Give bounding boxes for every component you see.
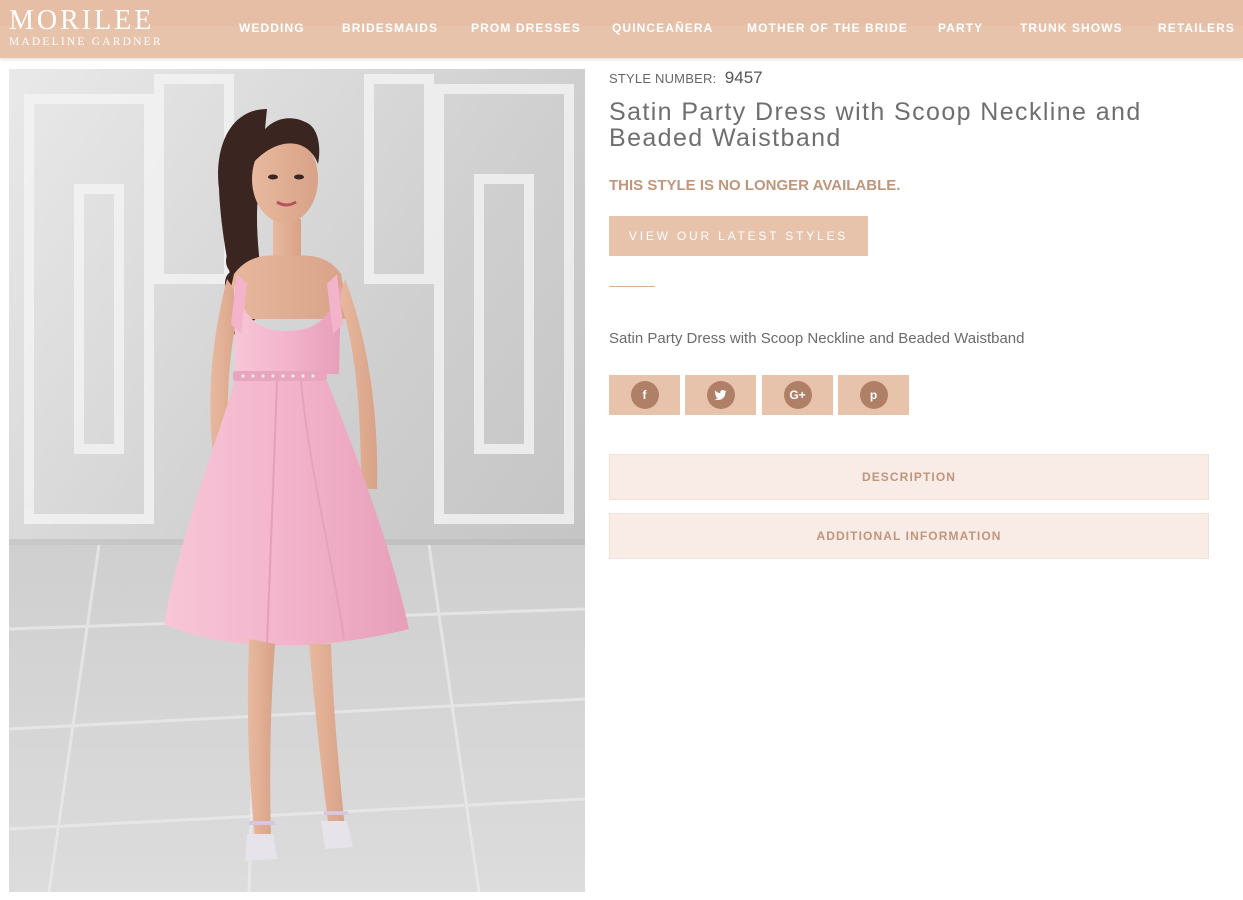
section-divider [609,286,655,287]
share-twitter-button[interactable] [685,375,756,415]
nav-item-trunk-shows[interactable]: TRUNK SHOWS [1020,21,1123,35]
share-pinterest-button[interactable]: p [838,375,909,415]
nav-item-wedding[interactable]: WEDDING [239,21,305,35]
google-plus-icon: G+ [783,381,812,409]
style-number-value: 9457 [724,68,763,87]
site-header: MORILEE MADELINE GARDNER WEDDING BRIDESM… [0,0,1243,58]
pinterest-icon: p [859,381,888,409]
logo-wordmark: MORILEE [9,5,155,36]
accordion-description[interactable]: DESCRIPTION [609,454,1209,500]
nav-item-quinceanera[interactable]: QUINCEAÑERA [612,21,713,35]
nav-item-bridesmaids[interactable]: BRIDESMAIDS [342,21,438,35]
nav-item-retailers[interactable]: RETAILERS [1158,21,1235,35]
short-description: Satin Party Dress with Scoop Neckline an… [609,330,1025,347]
style-number-label: STYLE NUMBER: [609,71,717,86]
twitter-bird-glyph [714,389,727,400]
logo-subtitle: MADELINE GARDNER [9,36,163,48]
product-title: Satin Party Dress with Scoop Neckline an… [609,98,1142,152]
share-facebook-button[interactable]: f [609,375,680,415]
product-photo-illustration [9,69,585,892]
share-google-plus-button[interactable]: G+ [762,375,833,415]
accordion-additional-information[interactable]: ADDITIONAL INFORMATION [609,513,1209,559]
view-latest-styles-button[interactable]: VIEW OUR LATEST STYLES [609,216,868,256]
brand-logo[interactable]: MORILEE MADELINE GARDNER [9,5,179,52]
availability-notice: THIS STYLE IS NO LONGER AVAILABLE. [609,177,901,194]
product-image[interactable] [9,69,585,892]
nav-item-party[interactable]: PARTY [938,21,983,35]
nav-item-mother-of-the-bride[interactable]: MOTHER OF THE BRIDE [747,21,908,35]
twitter-icon [706,381,735,409]
style-number-line: STYLE NUMBER: 9457 [609,68,763,90]
nav-item-prom-dresses[interactable]: PROM DRESSES [471,21,581,35]
facebook-icon: f [630,381,659,409]
